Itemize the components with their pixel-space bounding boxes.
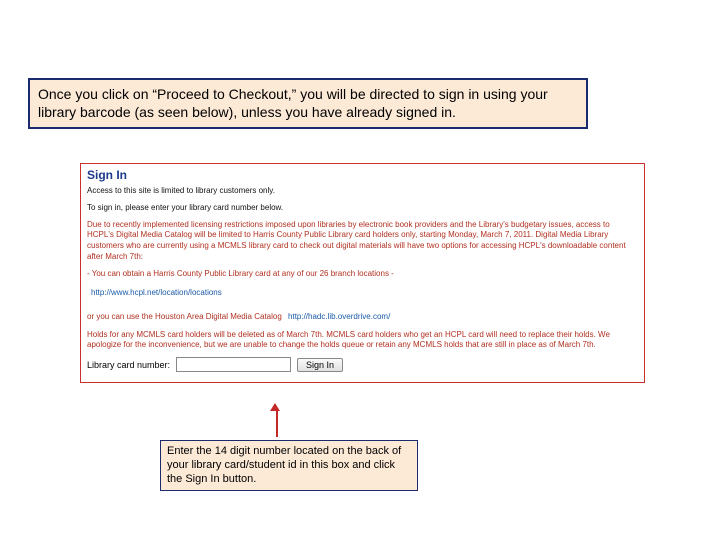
tip-text: Enter the 14 digit number located on the… bbox=[167, 445, 401, 485]
licensing-notice: Due to recently implemented licensing re… bbox=[87, 220, 638, 263]
option-hadc: or you can use the Houston Area Digital … bbox=[87, 312, 390, 321]
holds-notice: Holds for any MCMLS card holders will be… bbox=[87, 330, 638, 352]
sign-in-panel: Sign In Access to this site is limited t… bbox=[80, 163, 645, 383]
tip-callout: Enter the 14 digit number located on the… bbox=[160, 440, 418, 491]
sign-in-button[interactable]: Sign In bbox=[297, 358, 343, 372]
option-branch: - You can obtain a Harris County Public … bbox=[87, 269, 638, 280]
option-hadc-text: or you can use the Houston Area Digital … bbox=[87, 312, 282, 321]
arrow-icon bbox=[274, 403, 280, 437]
enter-card-note: To sign in, please enter your library ca… bbox=[87, 203, 638, 214]
instruction-text: Once you click on “Proceed to Checkout,”… bbox=[38, 86, 548, 120]
card-number-label: Library card number: bbox=[87, 360, 170, 370]
sign-in-form-row: Library card number: Sign In bbox=[87, 357, 638, 372]
hadc-link[interactable]: http://hadc.lib.overdrive.com/ bbox=[288, 312, 390, 321]
option-branch-text: - You can obtain a Harris County Public … bbox=[87, 269, 394, 278]
access-note: Access to this site is limited to librar… bbox=[87, 186, 638, 197]
instruction-callout: Once you click on “Proceed to Checkout,”… bbox=[28, 78, 588, 129]
card-number-input[interactable] bbox=[176, 357, 291, 372]
branch-locations-link[interactable]: http://www.hcpl.net/location/locations bbox=[91, 288, 222, 297]
sign-in-heading: Sign In bbox=[87, 168, 638, 182]
